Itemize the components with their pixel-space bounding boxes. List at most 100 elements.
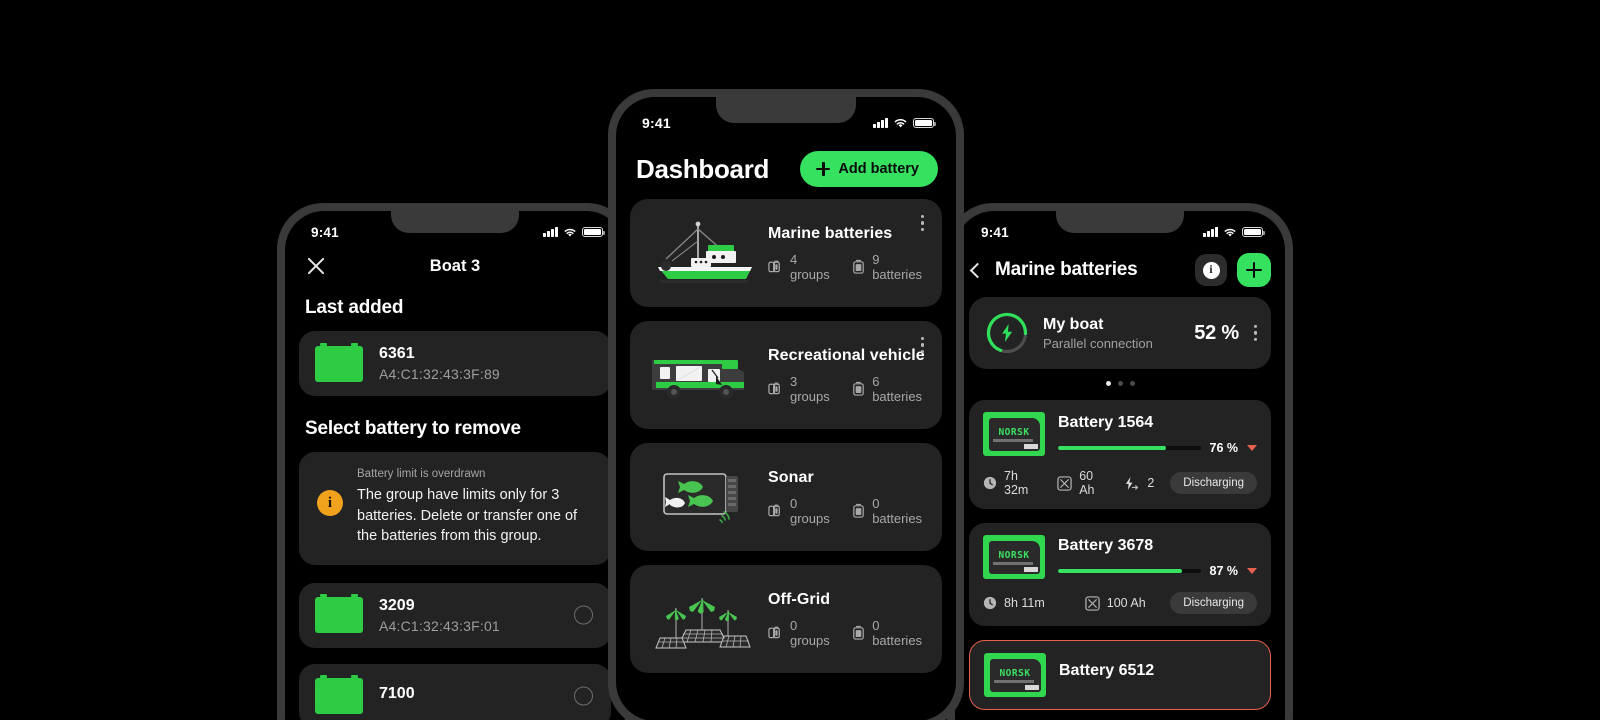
screen-dashboard: 9:41 Dashboard Add battery Marine batter… [616, 97, 956, 720]
group-name: My boat [1043, 315, 1104, 333]
metric-runtime: 7h 32m [983, 469, 1041, 497]
sonar-fishfinder-icon [644, 459, 760, 535]
battery-progress: 76 % [1058, 441, 1257, 455]
battery-card-top: NORSK Battery 3678 87 % [983, 535, 1257, 579]
info-button[interactable]: i [1195, 254, 1227, 286]
battery-mac: A4:C1:32:43:3F:01 [379, 617, 500, 634]
group-card-offgrid[interactable]: Off-Grid 0 groups 0 batteries [630, 565, 942, 673]
wind-solar-icon [644, 581, 760, 657]
battery-brand-label: NORSK [998, 550, 1030, 561]
metric-capacity: 100 Ah [1085, 595, 1146, 611]
meta-groups: 0 groups [768, 496, 836, 526]
list-item-battery-3209[interactable]: 3209 A4:C1:32:43:3F:01 [299, 582, 611, 648]
group-info: Marine batteries 4 groups 9 batteries [764, 225, 928, 282]
metric-capacity: 60 Ah [1057, 469, 1107, 497]
battery-percent: 87 % [1209, 563, 1239, 578]
phone-left-boat3: 9:41 Boat 3 Last added 6361 A4:C1:32:43:… [277, 203, 633, 720]
capacity-icon [1057, 475, 1072, 491]
screenshot-stage: 9:41 Boat 3 Last added 6361 A4:C1:32:43:… [0, 0, 1600, 720]
add-battery-button[interactable] [1237, 253, 1271, 287]
group-summary-card[interactable]: My boat Parallel connection 52 % [969, 297, 1271, 369]
groups-count: 3 groups [790, 373, 830, 404]
pager-dot-1[interactable] [1105, 381, 1111, 386]
group-menu-button[interactable] [1252, 323, 1259, 343]
battery-thumb-icon [315, 674, 363, 714]
battery-card-1564[interactable]: NORSK Battery 1564 76 % 7h 32m 60 Ah 2 D… [969, 400, 1271, 509]
group-card-marine[interactable]: Marine batteries 4 groups 9 batteries [630, 199, 942, 307]
battery-name: Battery 3678 [1058, 536, 1154, 554]
cellular-signal-icon [1203, 227, 1218, 237]
battery-brand-label: NORSK [999, 668, 1031, 679]
wifi-icon [563, 227, 577, 238]
battery-card-top: NORSK Battery 6512 [984, 653, 1256, 697]
group-name: Marine batteries [768, 224, 893, 242]
groups-icon [768, 381, 783, 396]
phone-right-marine-batteries: 9:41 Marine batteries i My boat Parallel… [947, 203, 1293, 720]
progress-track [1058, 568, 1201, 573]
meta-batteries: 9 batteries [852, 252, 928, 282]
battery-status-icon [913, 117, 937, 129]
batteries-count: 0 batteries [872, 617, 923, 648]
list-item-last-added[interactable]: 6361 A4:C1:32:43:3F:89 [299, 331, 611, 396]
battery-card-6512[interactable]: NORSK Battery 6512 [969, 640, 1271, 710]
group-percent: 52 % [1194, 321, 1239, 344]
batteries-count: 6 batteries [872, 373, 923, 404]
pager-dot-3[interactable] [1129, 381, 1135, 386]
close-icon[interactable] [305, 255, 327, 277]
battery-icon [852, 381, 865, 396]
group-menu-button[interactable] [919, 213, 926, 233]
trend-down-icon [1247, 567, 1257, 574]
battery-card-main: Battery 3678 87 % [1058, 537, 1257, 578]
clock-icon [983, 476, 997, 490]
group-card-rv[interactable]: Recreational vehicle 3 groups 6 batterie… [630, 321, 942, 429]
meta-batteries: 0 batteries [852, 618, 928, 648]
chevron-left-icon[interactable] [967, 261, 985, 279]
rv-camper-icon [644, 337, 760, 413]
wifi-icon [1223, 227, 1237, 238]
plus-icon [816, 162, 831, 176]
group-menu-button[interactable] [919, 335, 926, 355]
list-item-battery-7100[interactable]: 7100 [299, 663, 611, 720]
status-badge: Discharging [1170, 472, 1257, 494]
group-info: Off-Grid 0 groups 0 batteries [764, 591, 928, 648]
battery-text: 6361 A4:C1:32:43:3F:89 [379, 345, 500, 382]
battery-mac: A4:C1:32:43:3F:89 [379, 366, 500, 382]
groups-icon [768, 259, 783, 274]
battery-photo: NORSK [983, 535, 1045, 579]
pager-dot-2[interactable] [1117, 381, 1123, 386]
battery-id: 7100 [379, 685, 415, 703]
battery-text: 7100 [379, 685, 415, 706]
group-meta: 0 groups 0 batteries [768, 618, 928, 648]
add-battery-button[interactable]: Add battery [800, 151, 938, 187]
battery-name: Battery 1564 [1058, 413, 1154, 431]
group-list: Marine batteries 4 groups 9 batteries Re… [616, 199, 956, 673]
phone-center-dashboard: 9:41 Dashboard Add battery Marine batter… [608, 89, 964, 720]
group-meta: 3 groups 6 batteries [768, 374, 928, 404]
battery-brand-label: NORSK [998, 427, 1030, 438]
battery-icon [852, 259, 865, 274]
battery-card-3678[interactable]: NORSK Battery 3678 87 % 8h 11m 100 Ah Di… [969, 523, 1271, 626]
group-card-sonar[interactable]: Sonar 0 groups 0 batteries [630, 443, 942, 551]
battery-id: 6361 [379, 345, 415, 362]
group-name: Recreational vehicle [768, 346, 925, 364]
battery-photo: NORSK [984, 653, 1046, 697]
lightning-arrow-icon [1123, 476, 1140, 491]
select-radio[interactable] [574, 605, 593, 625]
trend-down-icon [1247, 444, 1257, 451]
capacity-value: 100 Ah [1106, 596, 1146, 610]
carousel-pager[interactable] [955, 369, 1285, 400]
group-info: Sonar 0 groups 0 batteries [764, 469, 928, 526]
battery-id: 3209 [379, 596, 415, 614]
battery-status-icon [582, 226, 606, 238]
capacity-value: 60 Ah [1079, 469, 1095, 497]
battery-progress: 87 % [1058, 564, 1257, 578]
group-meta: 0 groups 0 batteries [768, 496, 928, 526]
summary-text: My boat Parallel connection [1043, 316, 1153, 351]
battery-thumb-icon [315, 594, 363, 634]
groups-count: 0 groups [790, 495, 830, 526]
battery-thumb-icon [315, 342, 363, 382]
cellular-signal-icon [543, 227, 558, 237]
page-title: Dashboard [636, 153, 770, 184]
metric-count: 2 [1123, 476, 1154, 491]
select-radio[interactable] [574, 686, 593, 706]
